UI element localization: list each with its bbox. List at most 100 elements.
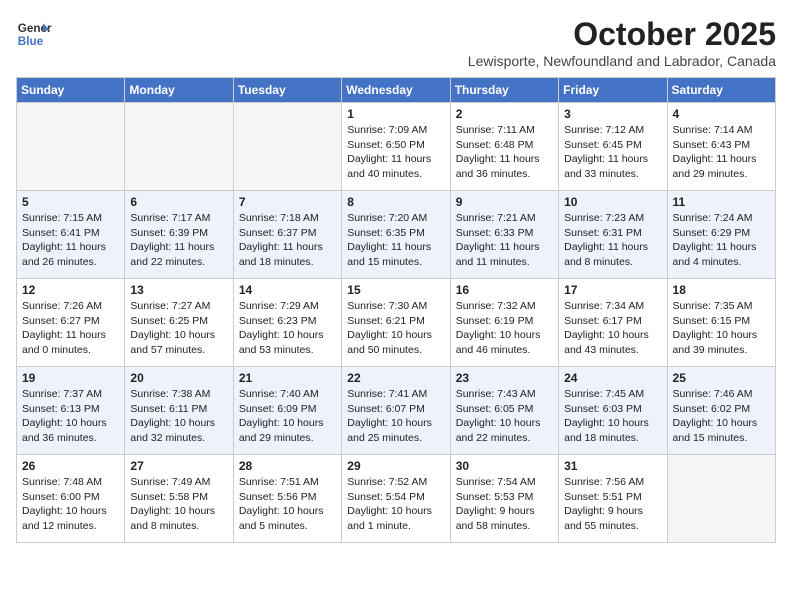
calendar-cell [125,103,233,191]
day-number: 31 [564,459,661,473]
cell-content: Sunrise: 7:51 AM Sunset: 5:56 PM Dayligh… [239,475,336,534]
cell-content: Sunrise: 7:09 AM Sunset: 6:50 PM Dayligh… [347,123,444,182]
calendar-cell: 8Sunrise: 7:20 AM Sunset: 6:35 PM Daylig… [342,191,450,279]
cell-content: Sunrise: 7:26 AM Sunset: 6:27 PM Dayligh… [22,299,119,358]
cell-content: Sunrise: 7:30 AM Sunset: 6:21 PM Dayligh… [347,299,444,358]
cell-content: Sunrise: 7:46 AM Sunset: 6:02 PM Dayligh… [673,387,770,446]
cell-content: Sunrise: 7:11 AM Sunset: 6:48 PM Dayligh… [456,123,553,182]
calendar-cell: 16 Sunrise: 7:32 AM Sunset: 6:19 PM Dayli… [450,279,558,367]
day-number: 21 [239,371,336,385]
cell-content: Sunrise: 7:35 AM Sunset: 6:15 PM Dayligh… [673,299,770,358]
calendar-cell: 24Sunrise: 7:45 AM Sunset: 6:03 PM Dayli… [559,367,667,455]
calendar-cell: 19Sunrise: 7:37 AM Sunset: 6:13 PM Dayli… [17,367,125,455]
calendar-cell: 1Sunrise: 7:09 AM Sunset: 6:50 PM Daylig… [342,103,450,191]
cell-content: Sunrise: 7:41 AM Sunset: 6:07 PM Dayligh… [347,387,444,446]
cell-content: Sunrise: 7:17 AM Sunset: 6:39 PM Dayligh… [130,211,227,270]
day-number: 16 [456,283,553,297]
day-number: 7 [239,195,336,209]
cell-content: Sunrise: 7:23 AM Sunset: 6:31 PM Dayligh… [564,211,661,270]
calendar-cell: 17 Sunrise: 7:34 AM Sunset: 6:17 PM Dayli… [559,279,667,367]
calendar-cell: 9 Sunrise: 7:21 AM Sunset: 6:33 PM Daylig… [450,191,558,279]
calendar-cell: 14 Sunrise: 7:29 AM Sunset: 6:23 PM Dayli… [233,279,341,367]
cell-content: Sunrise: 7:43 AM Sunset: 6:05 PM Dayligh… [456,387,553,446]
cell-content: Sunrise: 7:32 AM Sunset: 6:19 PM Dayligh… [456,299,553,358]
cell-content: Sunrise: 7:14 AM Sunset: 6:43 PM Dayligh… [673,123,770,182]
day-number: 22 [347,371,444,385]
week-row-1: 1Sunrise: 7:09 AM Sunset: 6:50 PM Daylig… [17,103,776,191]
day-number: 8 [347,195,444,209]
title-block: October 2025 Lewisporte, Newfoundland an… [468,16,776,69]
day-number: 9 [456,195,553,209]
cell-content: Sunrise: 7:52 AM Sunset: 5:54 PM Dayligh… [347,475,444,534]
week-row-3: 12 Sunrise: 7:26 AM Sunset: 6:27 PM Dayli… [17,279,776,367]
weekday-header-row: SundayMondayTuesdayWednesdayThursdayFrid… [17,78,776,103]
calendar-cell: 25 Sunrise: 7:46 AM Sunset: 6:02 PM Dayli… [667,367,775,455]
day-number: 4 [673,107,770,121]
day-number: 23 [456,371,553,385]
day-number: 5 [22,195,119,209]
cell-content: Sunrise: 7:15 AM Sunset: 6:41 PM Dayligh… [22,211,119,270]
day-number: 13 [130,283,227,297]
cell-content: Sunrise: 7:29 AM Sunset: 6:23 PM Dayligh… [239,299,336,358]
cell-content: Sunrise: 7:48 AM Sunset: 6:00 PM Dayligh… [22,475,119,534]
calendar-cell: 22 Sunrise: 7:41 AM Sunset: 6:07 PM Dayli… [342,367,450,455]
day-number: 29 [347,459,444,473]
week-row-2: 5 Sunrise: 7:15 AM Sunset: 6:41 PM Daylig… [17,191,776,279]
day-number: 6 [130,195,227,209]
calendar-cell: 28 Sunrise: 7:51 AM Sunset: 5:56 PM Dayli… [233,455,341,543]
logo: General Blue [16,16,52,52]
day-number: 10 [564,195,661,209]
cell-content: Sunrise: 7:18 AM Sunset: 6:37 PM Dayligh… [239,211,336,270]
cell-content: Sunrise: 7:21 AM Sunset: 6:33 PM Dayligh… [456,211,553,270]
calendar-cell: 3 Sunrise: 7:12 AM Sunset: 6:45 PM Daylig… [559,103,667,191]
calendar-cell: 31 Sunrise: 7:56 AM Sunset: 5:51 PM Dayli… [559,455,667,543]
calendar-cell: 7 Sunrise: 7:18 AM Sunset: 6:37 PM Daylig… [233,191,341,279]
weekday-wednesday: Wednesday [342,78,450,103]
calendar-cell [17,103,125,191]
day-number: 15 [347,283,444,297]
calendar-cell: 29 Sunrise: 7:52 AM Sunset: 5:54 PM Dayli… [342,455,450,543]
day-number: 20 [130,371,227,385]
cell-content: Sunrise: 7:12 AM Sunset: 6:45 PM Dayligh… [564,123,661,182]
cell-content: Sunrise: 7:38 AM Sunset: 6:11 PM Dayligh… [130,387,227,446]
weekday-thursday: Thursday [450,78,558,103]
day-number: 12 [22,283,119,297]
day-number: 11 [673,195,770,209]
weekday-friday: Friday [559,78,667,103]
cell-content: Sunrise: 7:56 AM Sunset: 5:51 PM Dayligh… [564,475,661,534]
calendar-cell: 2Sunrise: 7:11 AM Sunset: 6:48 PM Daylig… [450,103,558,191]
weekday-tuesday: Tuesday [233,78,341,103]
subtitle: Lewisporte, Newfoundland and Labrador, C… [468,53,776,69]
calendar-cell: 5 Sunrise: 7:15 AM Sunset: 6:41 PM Daylig… [17,191,125,279]
day-number: 19 [22,371,119,385]
month-title: October 2025 [468,16,776,53]
calendar-cell: 30 Sunrise: 7:54 AM Sunset: 5:53 PM Dayli… [450,455,558,543]
calendar-cell [233,103,341,191]
day-number: 17 [564,283,661,297]
header: General Blue October 2025 Lewisporte, Ne… [16,16,776,69]
cell-content: Sunrise: 7:54 AM Sunset: 5:53 PM Dayligh… [456,475,553,534]
day-number: 14 [239,283,336,297]
day-number: 24 [564,371,661,385]
weekday-sunday: Sunday [17,78,125,103]
calendar-cell: 21Sunrise: 7:40 AM Sunset: 6:09 PM Dayli… [233,367,341,455]
day-number: 30 [456,459,553,473]
week-row-5: 26Sunrise: 7:48 AM Sunset: 6:00 PM Dayli… [17,455,776,543]
day-number: 3 [564,107,661,121]
cell-content: Sunrise: 7:34 AM Sunset: 6:17 PM Dayligh… [564,299,661,358]
svg-text:Blue: Blue [18,35,44,48]
calendar-cell: 10 Sunrise: 7:23 AM Sunset: 6:31 PM Dayli… [559,191,667,279]
day-number: 27 [130,459,227,473]
calendar-cell: 6 Sunrise: 7:17 AM Sunset: 6:39 PM Daylig… [125,191,233,279]
calendar-cell [667,455,775,543]
day-number: 25 [673,371,770,385]
day-number: 28 [239,459,336,473]
calendar-cell: 15 Sunrise: 7:30 AM Sunset: 6:21 PM Dayli… [342,279,450,367]
calendar-cell: 20 Sunrise: 7:38 AM Sunset: 6:11 PM Dayli… [125,367,233,455]
calendar-cell: 26Sunrise: 7:48 AM Sunset: 6:00 PM Dayli… [17,455,125,543]
calendar-cell: 12 Sunrise: 7:26 AM Sunset: 6:27 PM Dayli… [17,279,125,367]
week-row-4: 19Sunrise: 7:37 AM Sunset: 6:13 PM Dayli… [17,367,776,455]
logo-icon: General Blue [16,16,52,52]
calendar-cell: 4 Sunrise: 7:14 AM Sunset: 6:43 PM Daylig… [667,103,775,191]
weekday-saturday: Saturday [667,78,775,103]
